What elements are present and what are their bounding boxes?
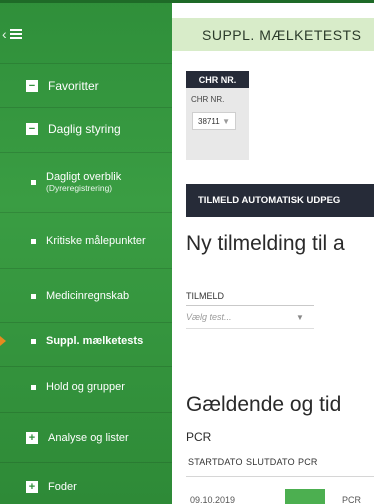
test-select[interactable]: Vælg test... ▼ <box>186 312 314 327</box>
chr-value: 38711 <box>198 116 220 126</box>
column-header-pcr[interactable]: PCR <box>298 457 318 467</box>
divider <box>186 328 314 329</box>
bullet-icon <box>31 293 36 299</box>
chevron-left-icon: ‹ <box>2 26 7 42</box>
menu-toggle-button[interactable]: ‹ <box>0 21 22 47</box>
divider <box>0 107 172 108</box>
active-item-marker <box>0 336 6 346</box>
divider <box>0 152 172 153</box>
enroll-label: TILMELD <box>186 291 225 301</box>
divider <box>0 462 172 463</box>
section-heading-new-enrollment: Ny tilmelding til a <box>186 232 345 255</box>
divider <box>0 63 172 64</box>
collapse-icon: − <box>26 123 38 135</box>
table-header-divider <box>186 476 374 477</box>
divider <box>0 212 172 213</box>
bullet-icon <box>31 338 36 344</box>
sidebar-item-sublabel: (Dyreregistrering) <box>46 182 113 193</box>
column-header-startdato[interactable]: STARTDATO <box>188 457 243 467</box>
sidebar: ‹ − Favoritter − Daglig styring Dagligt … <box>0 0 172 504</box>
bullet-icon <box>31 238 36 244</box>
chr-select[interactable]: 38711 ▼ <box>192 112 236 130</box>
sidebar-item-daglig-styring[interactable]: − Daglig styring <box>0 119 172 139</box>
sidebar-item-suppl-maelketests[interactable]: Suppl. mælketests <box>0 331 172 351</box>
sidebar-item-analyse-og-lister[interactable]: + Analyse og lister <box>0 428 172 448</box>
expand-icon: + <box>26 432 38 444</box>
table-cell-pcr: PCR <box>342 495 362 504</box>
column-header-slutdato[interactable]: SLUTDATO <box>246 457 295 467</box>
divider <box>0 322 172 323</box>
divider <box>186 305 314 306</box>
divider <box>0 412 172 413</box>
table-cell-startdato: 09.10.2019 <box>190 495 236 504</box>
sidebar-item-label: Analyse og lister <box>48 432 129 444</box>
sidebar-item-label-group: Dagligt overblik (Dyreregistrering) <box>46 171 121 194</box>
sidebar-item-medicinregnskab[interactable]: Medicinregnskab <box>0 286 172 306</box>
section-heading-current: Gældende og tid <box>186 393 342 416</box>
sidebar-item-label: Foder <box>48 481 77 493</box>
page-tab-bar: SUPPL. MÆLKETESTS <box>172 18 374 51</box>
sidebar-item-label: Hold og grupper <box>46 381 125 393</box>
sidebar-item-label: Medicinregnskab <box>46 290 130 302</box>
hamburger-icon <box>9 29 22 39</box>
row-action-button[interactable] <box>285 489 325 504</box>
sidebar-item-label: Kritiske målepunkter <box>46 235 146 247</box>
main-top-border <box>172 0 374 3</box>
collapse-icon: − <box>26 80 38 92</box>
sidebar-item-hold-og-grupper[interactable]: Hold og grupper <box>0 377 172 397</box>
dropdown-caret-icon: ▼ <box>222 117 230 126</box>
sidebar-top-border <box>0 0 172 3</box>
sidebar-item-dagligt-overblik[interactable]: Dagligt overblik (Dyreregistrering) <box>0 168 172 196</box>
chr-panel: CHR NR. CHR NR. 38711 ▼ <box>186 71 249 160</box>
divider <box>0 366 172 367</box>
sidebar-item-kritiske-maalepunkter[interactable]: Kritiske målepunkter <box>0 231 172 251</box>
sidebar-item-label: Suppl. mælketests <box>46 335 144 347</box>
bullet-icon <box>31 179 36 185</box>
test-select-placeholder: Vælg test... <box>186 312 232 322</box>
auto-enroll-button[interactable]: TILMELD AUTOMATISK UDPEG <box>186 184 374 217</box>
sidebar-item-label: Favoritter <box>48 79 99 93</box>
sidebar-item-label: Dagligt overblik <box>46 170 122 183</box>
page-title: SUPPL. MÆLKETESTS <box>202 27 362 43</box>
chr-field-label: CHR NR. <box>191 95 225 104</box>
bullet-icon <box>31 384 36 390</box>
sidebar-item-label: Daglig styring <box>48 122 121 136</box>
chr-header: CHR NR. <box>186 71 249 88</box>
divider <box>0 268 172 269</box>
pcr-group-label: PCR <box>186 430 212 444</box>
expand-icon: + <box>26 481 38 493</box>
main-content: SUPPL. MÆLKETESTS CHR NR. CHR NR. 38711 … <box>172 0 374 504</box>
sidebar-item-favoritter[interactable]: − Favoritter <box>0 76 172 96</box>
sidebar-item-foder[interactable]: + Foder <box>0 477 172 497</box>
dropdown-caret-icon: ▼ <box>296 313 304 322</box>
